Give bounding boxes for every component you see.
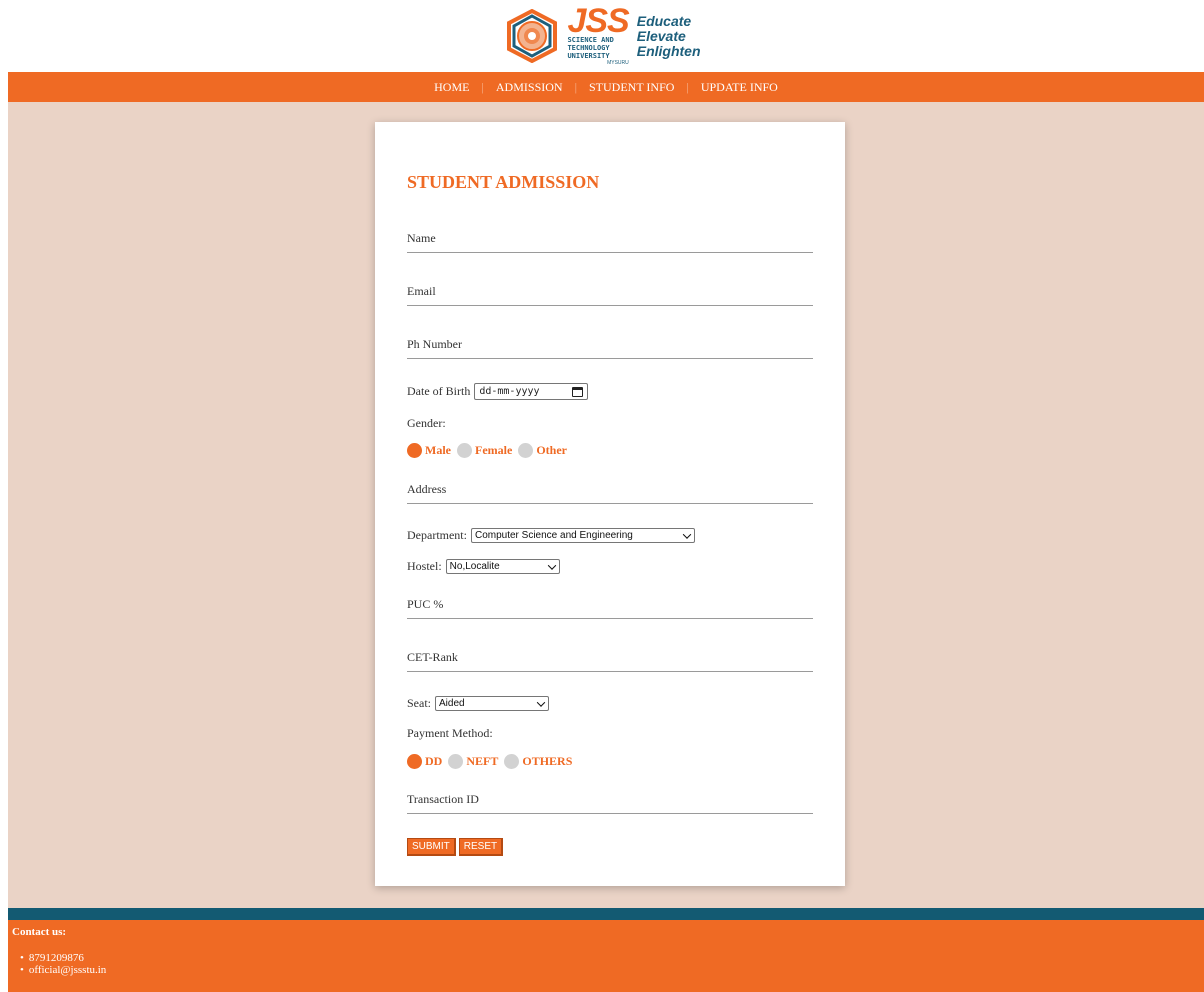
department-row: Department: Computer Science and Enginee…	[407, 528, 695, 543]
cet-rank-field[interactable]: CET-Rank	[407, 648, 813, 672]
logo-univ-line3: UNIVERSITY	[567, 52, 610, 60]
nav-admission[interactable]: ADMISSION	[484, 80, 575, 95]
contact-title: Contact us:	[12, 926, 67, 938]
payment-neft-radio[interactable]: NEFT	[448, 754, 498, 769]
footer-divider	[8, 908, 1204, 920]
logo-city: MYSURU	[607, 60, 629, 66]
seat-row: Seat: Aided	[407, 696, 549, 711]
seat-select[interactable]: Aided	[435, 696, 549, 711]
seat-label: Seat:	[407, 696, 431, 710]
contact-email[interactable]: official@jssstu.in	[20, 964, 1200, 976]
form-actions: SUBMIT RESET	[407, 838, 504, 856]
gender-male-label: Male	[425, 443, 451, 457]
payment-dd-label: DD	[425, 754, 443, 768]
name-field[interactable]: Name	[407, 229, 813, 253]
seat-value: Aided	[439, 698, 465, 709]
phone-field[interactable]: Ph Number	[407, 335, 813, 359]
form-title: STUDENT ADMISSION	[407, 172, 600, 192]
gender-female-label: Female	[475, 443, 513, 457]
email-label: Email	[407, 284, 436, 298]
chevron-down-icon	[547, 560, 556, 570]
tagline-enlighten: Enlighten	[636, 42, 701, 59]
gender-male-radio[interactable]: Male	[407, 443, 451, 458]
gender-other-label: Other	[536, 443, 567, 457]
department-value: Computer Science and Engineering	[474, 530, 633, 541]
university-logo[interactable]: JSS SCIENCE AND TECHNOLOGY UNIVERSITY MY…	[503, 2, 701, 66]
puc-field[interactable]: PUC %	[407, 595, 813, 619]
logo-taglines: Educate Elevate Enlighten	[636, 12, 701, 59]
nav-student-info[interactable]: STUDENT INFO	[577, 80, 686, 95]
logo-jss-text: JSS	[567, 2, 629, 40]
transaction-id-label: Transaction ID	[407, 792, 479, 806]
email-field[interactable]: Email	[407, 282, 813, 306]
address-field[interactable]: Address	[407, 480, 813, 504]
gender-female-radio[interactable]: Female	[457, 443, 512, 458]
cet-rank-label: CET-Rank	[407, 650, 458, 664]
gender-other-radio[interactable]: Other	[518, 443, 567, 458]
gender-radio-group: Male Female Other	[407, 443, 567, 458]
logo-univ-line2: TECHNOLOGY	[567, 44, 610, 52]
name-label: Name	[407, 231, 436, 245]
radio-unchecked-icon	[504, 754, 520, 769]
logo-wordmark: JSS SCIENCE AND TECHNOLOGY UNIVERSITY MY…	[567, 2, 629, 66]
dob-input[interactable]: dd-mm-yyyy	[474, 383, 589, 400]
puc-label: PUC %	[407, 597, 444, 611]
department-select[interactable]: Computer Science and Engineering	[470, 528, 695, 543]
main-content: STUDENT ADMISSION Name Email Ph Number D…	[8, 102, 1204, 908]
site-header: JSS SCIENCE AND TECHNOLOGY UNIVERSITY MY…	[0, 0, 1204, 72]
dob-label: Date of Birth	[407, 384, 471, 398]
radio-checked-icon	[407, 443, 422, 458]
reset-button[interactable]: RESET	[458, 838, 504, 856]
tagline-elevate: Elevate	[636, 27, 686, 44]
contact-list: 8791209876 official@jssstu.in	[12, 952, 1200, 976]
submit-button[interactable]: SUBMIT	[407, 838, 456, 856]
payment-dd-radio[interactable]: DD	[407, 754, 442, 769]
hostel-select[interactable]: No,Localite	[445, 559, 560, 574]
hostel-row: Hostel: No,Localite	[407, 559, 560, 574]
radio-checked-icon	[407, 754, 422, 769]
hostel-label: Hostel:	[407, 559, 442, 573]
gender-row: Gender:	[407, 416, 446, 431]
transaction-id-field[interactable]: Transaction ID	[407, 790, 813, 814]
calendar-icon[interactable]	[572, 386, 584, 397]
hostel-value: No,Localite	[449, 561, 500, 572]
tagline-educate: Educate	[636, 12, 692, 29]
payment-radio-group: DD NEFT OTHERS	[407, 754, 572, 769]
payment-others-radio[interactable]: OTHERS	[504, 754, 572, 769]
payment-others-label: OTHERS	[522, 754, 573, 768]
nav-update-info[interactable]: UPDATE INFO	[689, 80, 790, 95]
payment-row: Payment Method:	[407, 726, 493, 741]
dob-row: Date of Birth dd-mm-yyyy	[407, 383, 589, 400]
phone-label: Ph Number	[407, 337, 462, 351]
site-footer: Contact us: 8791209876 official@jssstu.i…	[8, 920, 1204, 992]
radio-unchecked-icon	[518, 443, 534, 458]
radio-unchecked-icon	[448, 754, 464, 769]
department-label: Department:	[407, 528, 467, 542]
dob-placeholder: dd-mm-yyyy	[479, 386, 540, 397]
chevron-down-icon	[682, 529, 692, 539]
chevron-down-icon	[536, 697, 546, 707]
jss-emblem-icon	[507, 9, 558, 63]
nav-home[interactable]: HOME	[422, 80, 481, 95]
gender-label: Gender:	[407, 416, 446, 430]
payment-label: Payment Method:	[407, 726, 493, 740]
admission-form: STUDENT ADMISSION Name Email Ph Number D…	[375, 122, 845, 886]
logo-univ-line1: SCIENCE AND	[567, 36, 614, 44]
main-navbar: HOME | ADMISSION | STUDENT INFO | UPDATE…	[8, 72, 1204, 102]
radio-unchecked-icon	[457, 443, 472, 458]
address-label: Address	[407, 482, 447, 496]
contact-phone[interactable]: 8791209876	[20, 952, 1200, 964]
payment-neft-label: NEFT	[466, 754, 499, 768]
